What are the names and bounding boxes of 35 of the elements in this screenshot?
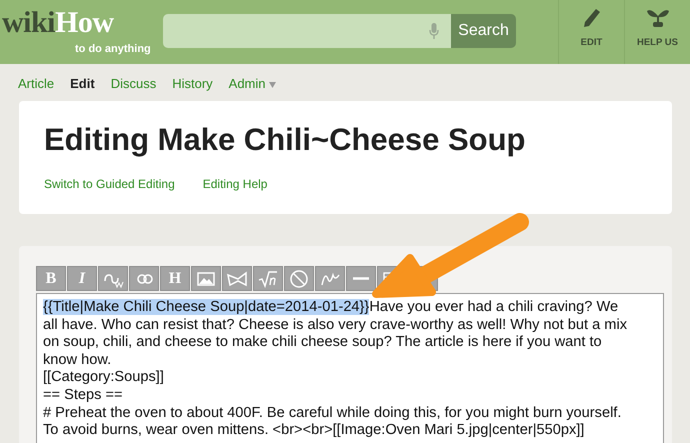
- nav-tab[interactable]: Edit: [70, 74, 95, 101]
- logo-tagline: to do anything: [75, 43, 151, 55]
- format-button[interactable]: B: [36, 266, 66, 291]
- sprout-icon: [646, 8, 668, 28]
- edit-textarea[interactable]: {{Title|Make Chili Cheese Soup|date=2014-01-24}}Have you ever had a chili craving? We all have. Who can resist that? Cheese is also very crave-worthy as well! Why not but a mix on soup, chili, and cheese to make chili cheese soup? The article is here if you want to know how. [[Category:Soups]] == Steps == # Preheat the oven to about 400F. Be careful while doing this, for you might burn yourself. To avoid burns, wear oven mittens. <br><br>[[Image:Oven Mari 5.jpg|center|550px]]: [36, 293, 664, 443]
- nav-tab[interactable]: Admin: [228, 74, 276, 101]
- format-button[interactable]: I: [67, 266, 97, 291]
- format-button[interactable]: H: [160, 266, 190, 291]
- search-field[interactable]: [163, 14, 429, 48]
- logo-text: How: [55, 6, 114, 39]
- page-title: Editing Make Chili~Cheese Soup: [44, 121, 526, 159]
- toolbar-button[interactable]: [315, 266, 345, 291]
- toolbar-button[interactable]: [222, 266, 252, 291]
- toolbar-button[interactable]: [346, 266, 376, 291]
- nav-tab[interactable]: History: [172, 74, 213, 101]
- toolbar-button[interactable]: [129, 266, 159, 291]
- dash-icon: [353, 277, 369, 280]
- microphone-icon[interactable]: [429, 23, 439, 39]
- toolbar-action[interactable]: EDIT: [558, 0, 624, 64]
- nav-tab[interactable]: Article: [18, 74, 54, 101]
- toolbar-action[interactable]: HELP US: [624, 0, 690, 64]
- pencil-icon: [582, 8, 600, 28]
- search-button[interactable]: Search: [451, 14, 516, 48]
- horn-icon: [226, 268, 248, 288]
- logo[interactable]: wikiHow to do anything: [0, 0, 160, 64]
- toolbar-button[interactable]: [191, 266, 221, 291]
- toolbar-button[interactable]: [98, 266, 128, 291]
- logo-text: wiki: [2, 6, 56, 39]
- nav-tab[interactable]: Discuss: [110, 74, 156, 101]
- toolbar-button[interactable]: [253, 266, 283, 291]
- prohibited-icon: [288, 268, 310, 288]
- editing-link[interactable]: Switch to Guided Editing: [44, 175, 175, 193]
- toolbar-button[interactable]: [284, 266, 314, 291]
- editing-link[interactable]: Editing Help: [202, 175, 268, 193]
- square-root-icon: [257, 268, 279, 288]
